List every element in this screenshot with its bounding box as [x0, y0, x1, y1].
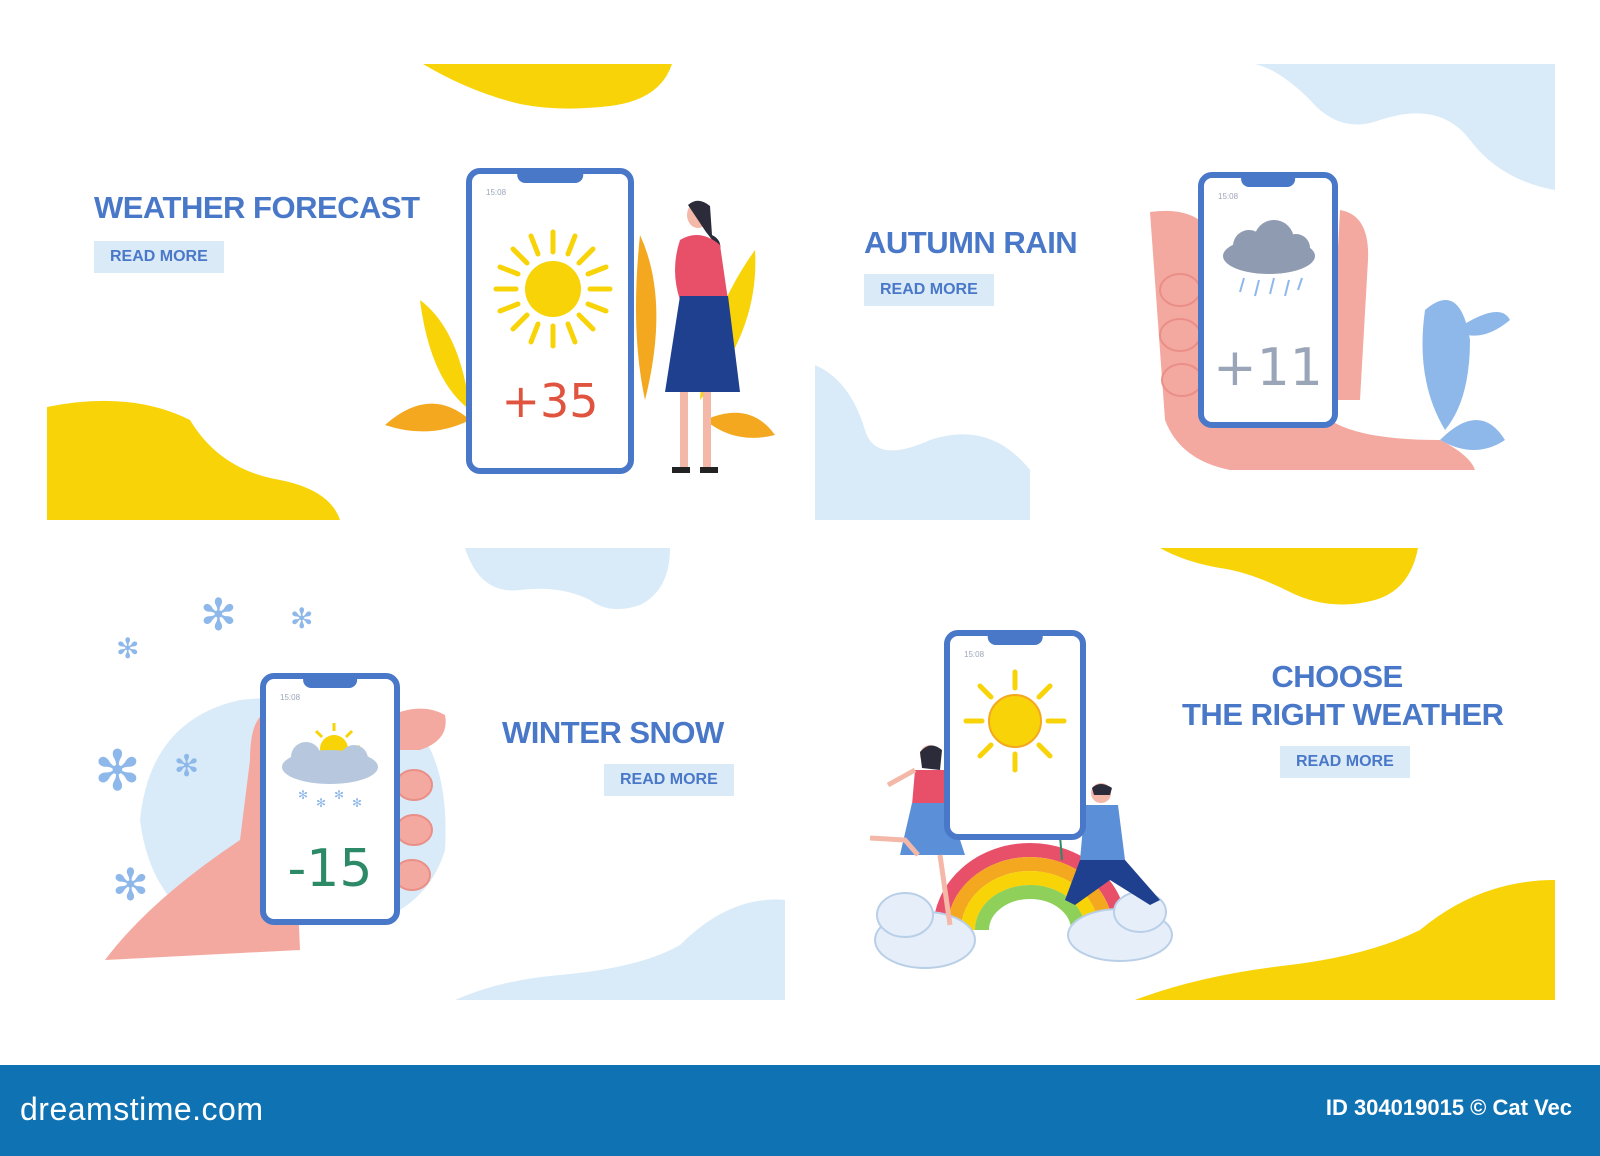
phone-notch: [987, 635, 1043, 645]
panel-title-line-1: CHOOSE: [1271, 659, 1403, 694]
svg-text:✻: ✻: [352, 796, 362, 810]
svg-text:✻: ✻: [112, 860, 149, 910]
panel-weather-forecast: WEATHER FORECAST READ MORE 15:08 +35: [0, 0, 800, 530]
panel-title: WEATHER FORECAST: [94, 190, 420, 225]
phone-notch: [1241, 177, 1295, 187]
phone-status-time: 15:08: [486, 188, 507, 197]
panel-title-line-2: THE RIGHT WEATHER: [1182, 697, 1504, 732]
panel-title: WINTER SNOW: [502, 715, 724, 750]
temperature-readout: -15: [287, 839, 373, 899]
phone-notch: [517, 173, 583, 183]
temperature-readout: +11: [1213, 338, 1323, 398]
svg-text:✻: ✻: [174, 749, 199, 784]
footer-image-id: ID 304019015 © Cat Vec: [1325, 1095, 1572, 1120]
svg-text:✻: ✻: [94, 739, 141, 804]
svg-text:✻: ✻: [116, 632, 139, 665]
svg-text:✻: ✻: [298, 788, 308, 802]
panel-autumn-rain: AUTUMN RAIN READ MORE 15:08 +11: [800, 0, 1600, 530]
phone-notch: [303, 678, 357, 688]
footer-bar: dreamstime.com ID 304019015 © Cat Vec: [0, 1065, 1600, 1156]
phone-mockup: 15:08 +11: [1198, 172, 1338, 428]
phone-status-time: 15:08: [1218, 192, 1239, 201]
read-more-button[interactable]: READ MORE: [1280, 746, 1410, 778]
snow-cloud-icon: ✻ ✻ ✻ ✻: [282, 723, 378, 810]
read-more-button[interactable]: READ MORE: [604, 764, 734, 796]
sun-icon: [493, 229, 613, 349]
phone-status-time: 15:08: [964, 650, 985, 659]
sun-icon: [963, 669, 1067, 773]
svg-text:✻: ✻: [290, 602, 313, 635]
temperature-readout: +35: [501, 374, 599, 428]
illustration-scene: WEATHER FORECAST READ MORE 15:08 +35 AUT…: [0, 0, 1600, 1065]
panel-choose-weather: CHOOSE THE RIGHT WEATHER READ MORE 15:08: [800, 535, 1600, 1065]
phone-mockup: 15:08: [944, 630, 1086, 840]
phone-mockup: 15:08 +35: [466, 168, 634, 474]
panel-title: AUTUMN RAIN: [864, 225, 1078, 260]
svg-text:✻: ✻: [316, 796, 326, 810]
phone-status-time: 15:08: [280, 693, 301, 702]
footer-brand-logo[interactable]: dreamstime.com: [20, 1091, 264, 1128]
phone-mockup: 15:08 ✻ ✻ ✻ ✻ -15: [260, 673, 400, 925]
svg-text:✻: ✻: [334, 788, 344, 802]
read-more-button[interactable]: READ MORE: [864, 274, 994, 306]
panel-winter-snow: ✻ ✻ ✻ ✻ ✻ ✻ WINTER SNOW READ MORE 15:08 …: [0, 535, 800, 1065]
rain-cloud-icon: [1223, 220, 1315, 297]
svg-text:✻: ✻: [200, 590, 237, 641]
read-more-button[interactable]: READ MORE: [94, 241, 224, 273]
